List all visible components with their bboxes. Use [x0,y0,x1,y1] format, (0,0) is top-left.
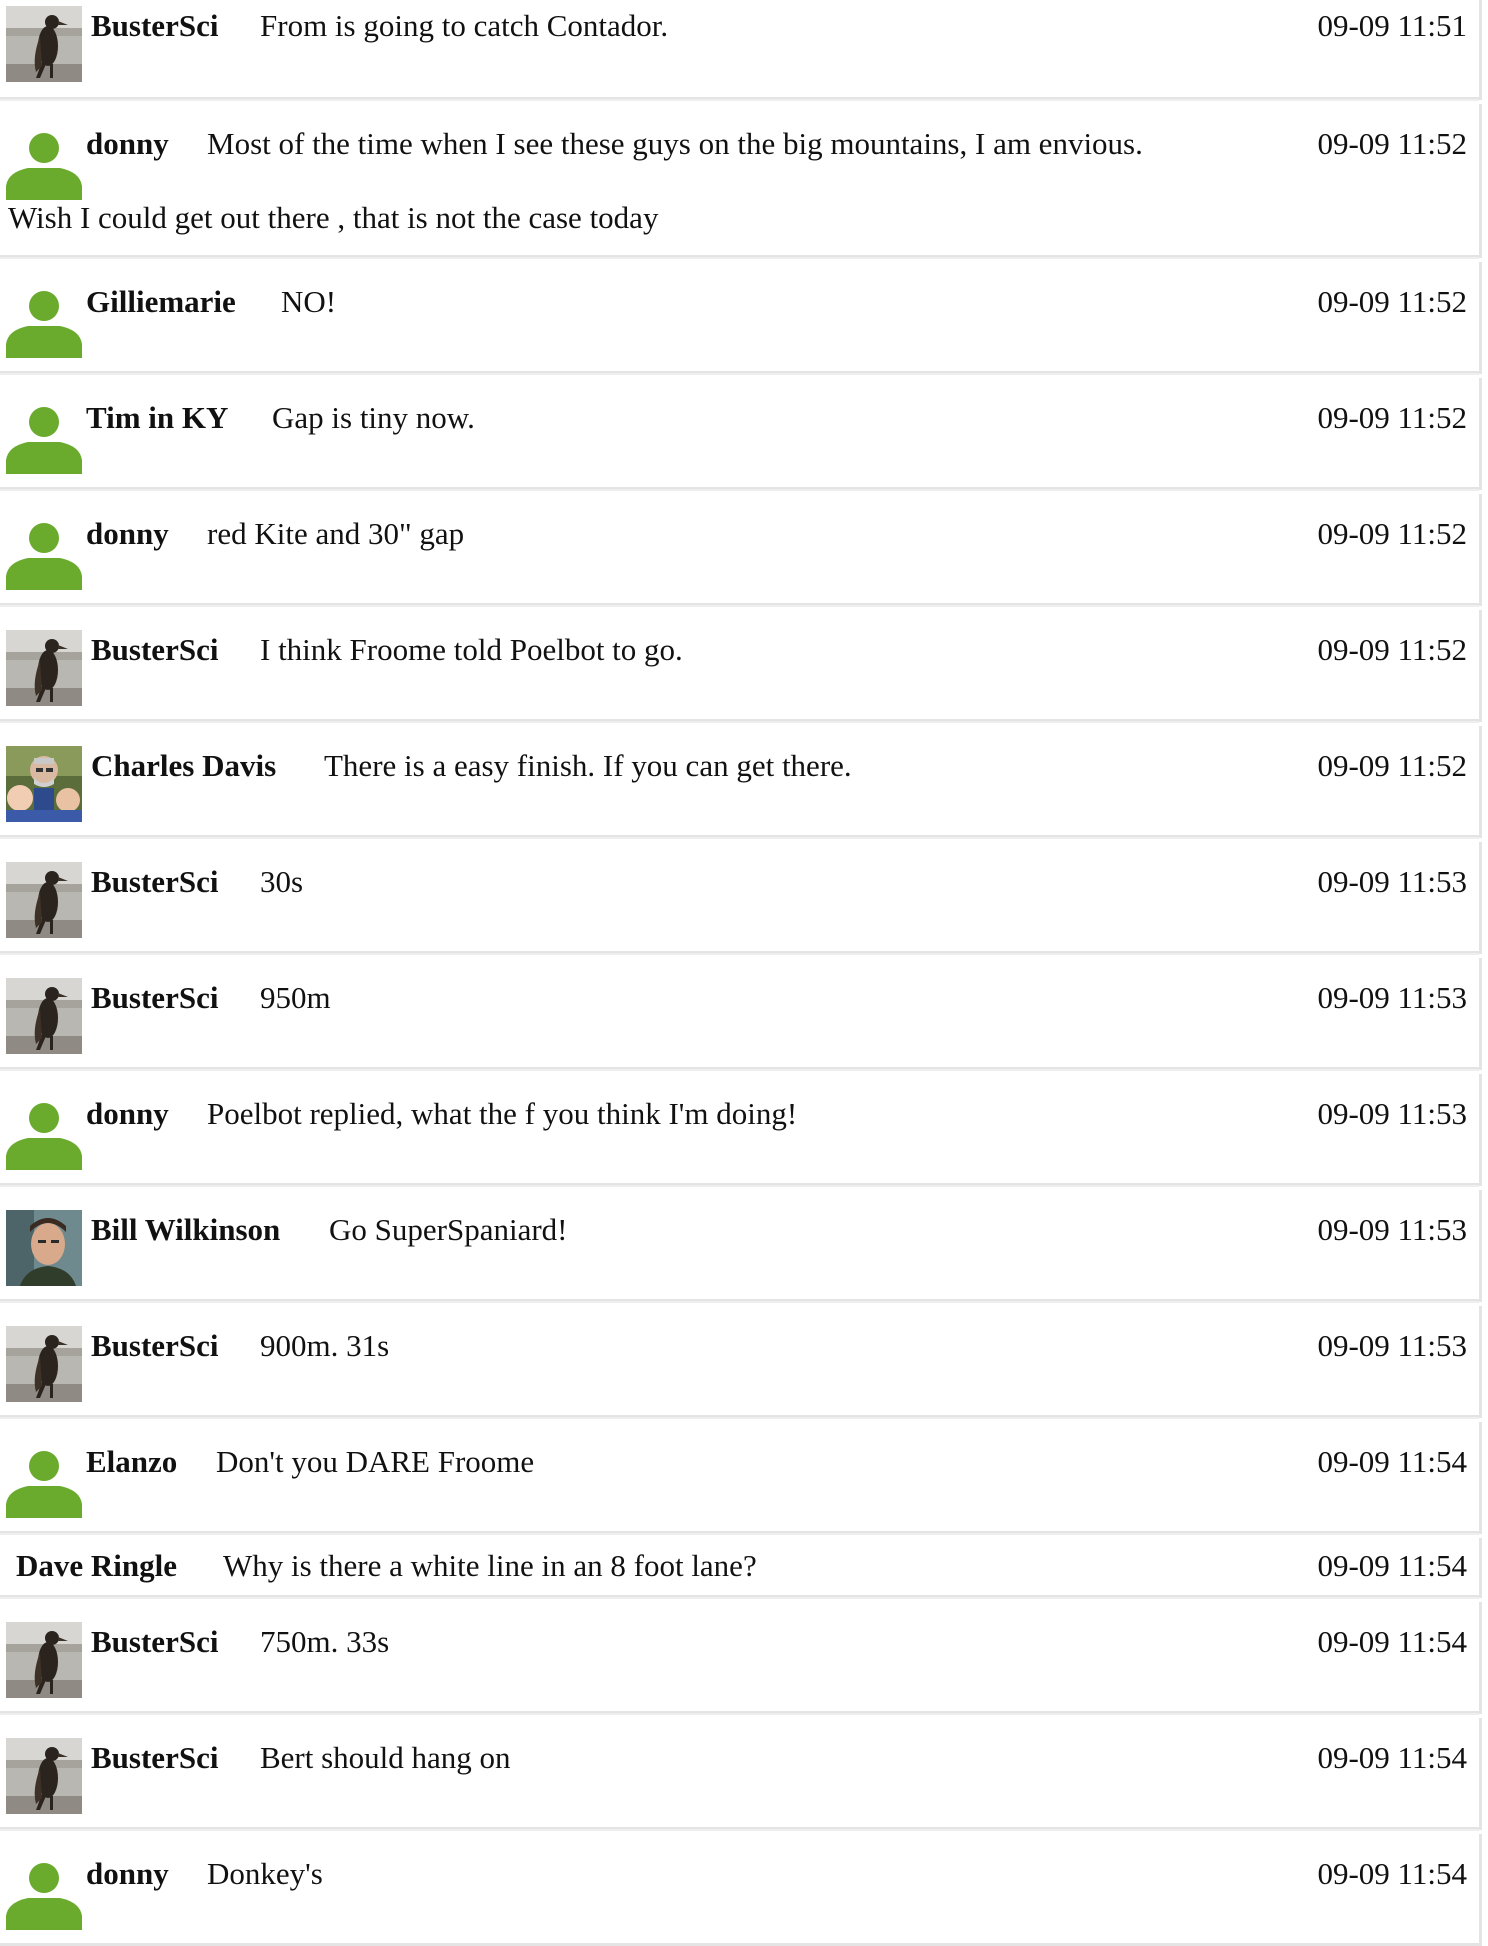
comment-text: red Kite and 30" gap [207,516,465,551]
comment-text: Poelbot replied, what the f you think I'… [207,1096,798,1131]
comment-row: Elanzo Don't you DARE Froome 09-09 11:54 [0,1417,1482,1534]
comment-row: Charles Davis There is a easy finish. If … [0,721,1482,838]
comment-timestamp: 09-09 11:54 [1317,1740,1467,1775]
bird-photo-icon[interactable] [6,1738,82,1814]
comment-text: 950m [260,980,331,1015]
default-user-icon[interactable] [6,124,82,200]
comment-author[interactable]: Dave Ringle [16,1546,177,1586]
bird-photo-icon[interactable] [6,1326,82,1402]
comment-timestamp: 09-09 11:54 [1317,1444,1467,1479]
comment-timestamp: 09-09 11:53 [1317,1328,1467,1363]
comment-row: BusterSci 750m. 33s 09-09 11:54 [0,1597,1482,1714]
comment-author[interactable]: Bill Wilkinson [91,1210,280,1250]
comment-text: Gap is tiny now. [272,400,475,435]
comment-timestamp: 09-09 11:53 [1317,1096,1467,1131]
default-user-icon[interactable] [6,1442,82,1518]
comment-row: BusterSci 950m 09-09 11:53 [0,953,1482,1070]
man-photo-icon[interactable] [6,1210,82,1286]
comment-row: donny Poelbot replied, what the f you thi… [0,1069,1482,1186]
comment-row: Bill Wilkinson Go SuperSpaniard! 09-09 11:… [0,1185,1482,1302]
comment-author[interactable]: Elanzo [86,1442,177,1482]
comment-timestamp: 09-09 11:52 [1317,516,1467,551]
comment-author[interactable]: BusterSci [91,1326,218,1366]
comment-timestamp: 09-09 11:54 [1317,1856,1467,1891]
comment-author[interactable]: Gilliemarie [86,282,236,322]
comment-text: 30s [260,864,304,899]
comment-timestamp: 09-09 11:54 [1317,1624,1467,1659]
comment-row: Gilliemarie NO! 09-09 11:52 [0,257,1482,374]
comment-author[interactable]: donny [86,514,169,554]
comment-row: BusterSci 30s 09-09 11:53 [0,837,1482,954]
bird-photo-icon[interactable] [6,1622,82,1698]
comment-text: Don't you DARE Froome [216,1444,535,1479]
comment-row: Tim in KY Gap is tiny now. 09-09 11:52 [0,373,1482,490]
comment-row: donny Donkey's 09-09 11:54 [0,1829,1482,1946]
bird-photo-icon[interactable] [6,862,82,938]
comment-text: 750m. 33s [260,1624,390,1659]
comment-timestamp: 09-09 11:52 [1317,126,1467,161]
comment-text-continuation: Wish I could get out there , that is not… [8,200,659,235]
comment-text: Go SuperSpaniard! [329,1212,568,1247]
comment-author[interactable]: BusterSci [91,1622,218,1662]
comment-timestamp: 09-09 11:52 [1317,632,1467,667]
bird-photo-icon[interactable] [6,6,82,82]
comment-timestamp: 09-09 11:53 [1317,864,1467,899]
comment-row: BusterSci Bert should hang on 09-09 11:54 [0,1713,1482,1830]
comment-author[interactable]: Tim in KY [86,398,228,438]
comment-timestamp: 09-09 11:52 [1317,748,1467,783]
bird-photo-icon[interactable] [6,978,82,1054]
comment-row: BusterSci From is going to catch Contador… [0,0,1482,100]
comment-row: donny Most of the time when I see these g… [0,99,1482,258]
comment-row: donny red Kite and 30" gap 09-09 11:52 [0,489,1482,606]
comment-row: BusterSci 900m. 31s 09-09 11:53 [0,1301,1482,1418]
comment-text: Why is there a white line in an 8 foot l… [223,1548,757,1583]
family-photo-icon[interactable] [6,746,82,822]
comment-timestamp: 09-09 11:52 [1317,284,1467,319]
comment-row: Dave Ringle Why is there a white line in … [0,1533,1482,1598]
comment-text: NO! [281,284,337,319]
comment-timestamp: 09-09 11:53 [1317,1212,1467,1247]
comment-timestamp: 09-09 11:53 [1317,980,1467,1015]
comment-text: I think Froome told Poelbot to go. [260,632,683,667]
comment-text: 900m. 31s [260,1328,390,1363]
comment-author[interactable]: BusterSci [91,862,218,902]
bird-photo-icon[interactable] [6,630,82,706]
default-user-icon[interactable] [6,514,82,590]
comment-timestamp: 09-09 11:52 [1317,400,1467,435]
comment-author[interactable]: donny [86,1094,169,1134]
comment-text: There is a easy finish. If you can get t… [324,748,852,783]
comment-author[interactable]: donny [86,1854,169,1894]
comment-text: Donkey's [207,1856,323,1891]
comment-row: BusterSci I think Froome told Poelbot to … [0,605,1482,722]
comment-timestamp: 09-09 11:51 [1317,8,1467,43]
default-user-icon[interactable] [6,1094,82,1170]
default-user-icon[interactable] [6,282,82,358]
comment-text: Most of the time when I see these guys o… [207,126,1143,161]
comment-author[interactable]: BusterSci [91,630,218,670]
default-user-icon[interactable] [6,1854,82,1930]
comment-author[interactable]: donny [86,124,169,164]
comment-author[interactable]: BusterSci [91,6,218,46]
comment-author[interactable]: BusterSci [91,1738,218,1778]
default-user-icon[interactable] [6,398,82,474]
comment-text: Bert should hang on [260,1740,511,1775]
comment-author[interactable]: Charles Davis [91,746,276,786]
comment-text: From is going to catch Contador. [260,8,669,43]
comment-author[interactable]: BusterSci [91,978,218,1018]
comment-timestamp: 09-09 11:54 [1317,1548,1467,1583]
